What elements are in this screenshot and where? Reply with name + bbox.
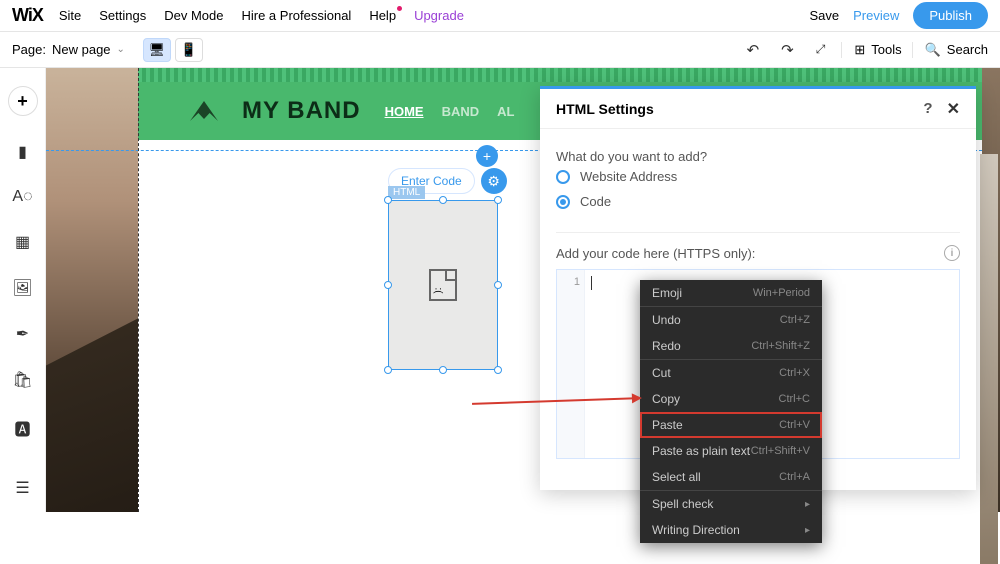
menu-help[interactable]: Help [369, 8, 396, 23]
help-icon[interactable]: ? [923, 100, 932, 117]
blog-icon[interactable]: ✒ [16, 324, 29, 344]
nav-home[interactable]: HOME [385, 104, 424, 119]
pages-icon[interactable]: ▮ [18, 142, 27, 162]
panel-title: HTML Settings [556, 101, 654, 117]
ctx-writing-direction[interactable]: Writing Direction▸ [640, 517, 822, 543]
tools-icon: ⊞ [854, 42, 865, 58]
resize-handle[interactable] [439, 196, 447, 204]
ctx-spell-check[interactable]: Spell check▸ [640, 491, 822, 517]
info-icon[interactable]: i [944, 245, 960, 261]
tools-button[interactable]: ⊞ Tools [841, 42, 901, 58]
chevron-down-icon: ⌄ [117, 44, 125, 55]
page-label: Page: [12, 42, 46, 57]
element-settings-button[interactable]: ⚙ [481, 168, 507, 194]
menu-site[interactable]: Site [59, 8, 81, 23]
broken-file-icon [429, 269, 457, 301]
ctx-paste-plain[interactable]: Paste as plain textCtrl+Shift+V [640, 438, 822, 464]
resize-handle[interactable] [494, 366, 502, 374]
redo-button[interactable]: ↷ [775, 37, 800, 63]
ctx-cut[interactable]: CutCtrl+X [640, 360, 822, 386]
top-right: Save Preview Publish [809, 2, 988, 29]
page-selector[interactable]: Page: New page ⌄ [12, 42, 125, 57]
add-element-button[interactable]: + [8, 86, 38, 116]
search-button[interactable]: 🔍 Search [912, 42, 988, 58]
save-button[interactable]: Save [809, 8, 839, 23]
zoom-out-button[interactable]: ⤢ [810, 38, 832, 61]
top-menu: Site Settings Dev Mode Hire a Profession… [59, 8, 810, 23]
design-icon[interactable]: A◌ [12, 188, 32, 206]
resize-handle[interactable] [494, 281, 502, 289]
menu-hire[interactable]: Hire a Professional [241, 8, 351, 23]
html-embed-preview [388, 200, 498, 370]
resize-handle[interactable] [494, 196, 502, 204]
desktop-view-button[interactable]: 🖥 [143, 38, 171, 62]
panel-header[interactable]: HTML Settings ? ✕ [540, 89, 976, 129]
radio-icon [556, 195, 570, 209]
ctx-copy[interactable]: CopyCtrl+C [640, 386, 822, 412]
preview-button[interactable]: Preview [853, 8, 899, 23]
ctx-paste[interactable]: PasteCtrl+V [640, 412, 822, 438]
ctx-emoji[interactable]: EmojiWin+Period [640, 280, 822, 306]
ctx-undo[interactable]: UndoCtrl+Z [640, 307, 822, 333]
guide-vertical [138, 68, 139, 512]
ruler [138, 68, 982, 82]
band-logo-icon [190, 101, 218, 121]
context-menu: EmojiWin+Period UndoCtrl+Z RedoCtrl+Shif… [640, 280, 822, 543]
ctx-redo[interactable]: RedoCtrl+Shift+Z [640, 333, 822, 359]
media-icon[interactable]: 🖼 [12, 278, 32, 298]
resize-handle[interactable] [439, 366, 447, 374]
apps-icon[interactable]: ▦ [15, 232, 30, 252]
radio-label: Website Address [580, 169, 677, 184]
radio-website-address[interactable]: Website Address [556, 164, 960, 189]
radio-code[interactable]: Code [556, 189, 960, 214]
page-name: New page [52, 42, 111, 57]
publish-button[interactable]: Publish [913, 2, 988, 29]
code-input-label: Add your code here (HTTPS only): [556, 246, 755, 261]
store-icon[interactable]: 🛍 [12, 370, 32, 390]
bookings-icon[interactable]: 🅰 [14, 416, 30, 440]
nav-al[interactable]: AL [497, 104, 514, 119]
resize-handle[interactable] [384, 196, 392, 204]
search-icon: 🔍 [925, 42, 941, 58]
add-type-label: What do you want to add? [556, 149, 960, 164]
left-tool-rail: + ▮ A◌ ▦ 🖼 ✒ 🛍 🅰 ☰ [0, 68, 46, 512]
mobile-view-button[interactable]: 📱 [175, 38, 203, 62]
top-menu-bar: WiX Site Settings Dev Mode Hire a Profes… [0, 0, 1000, 32]
add-section-button[interactable]: + [476, 145, 498, 167]
line-gutter: 1 [557, 270, 585, 458]
site-nav: HOME BAND AL [385, 104, 515, 119]
radio-icon [556, 170, 570, 184]
wix-logo[interactable]: WiX [12, 5, 43, 26]
editor-toolbar: Page: New page ⌄ 🖥 📱 ↶ ↷ ⤢ ⊞ Tools 🔍 Sea… [0, 32, 1000, 68]
radio-label: Code [580, 194, 611, 209]
resize-handle[interactable] [384, 281, 392, 289]
scrollbar[interactable] [980, 154, 998, 564]
search-label: Search [947, 42, 988, 57]
device-switcher: 🖥 📱 [143, 38, 203, 62]
site-title: MY BAND [242, 97, 361, 125]
element-type-tag: HTML [388, 186, 425, 199]
layers-button[interactable]: ☰ [15, 478, 29, 498]
resize-handle[interactable] [384, 366, 392, 374]
nav-band[interactable]: BAND [442, 104, 480, 119]
undo-button[interactable]: ↶ [741, 37, 766, 63]
menu-settings[interactable]: Settings [99, 8, 146, 23]
ctx-select-all[interactable]: Select allCtrl+A [640, 464, 822, 490]
menu-upgrade[interactable]: Upgrade [414, 8, 464, 23]
menu-dev-mode[interactable]: Dev Mode [164, 8, 223, 23]
html-embed-element[interactable]: HTML [388, 200, 498, 370]
close-icon[interactable]: ✕ [947, 99, 960, 119]
tools-label: Tools [871, 42, 901, 57]
